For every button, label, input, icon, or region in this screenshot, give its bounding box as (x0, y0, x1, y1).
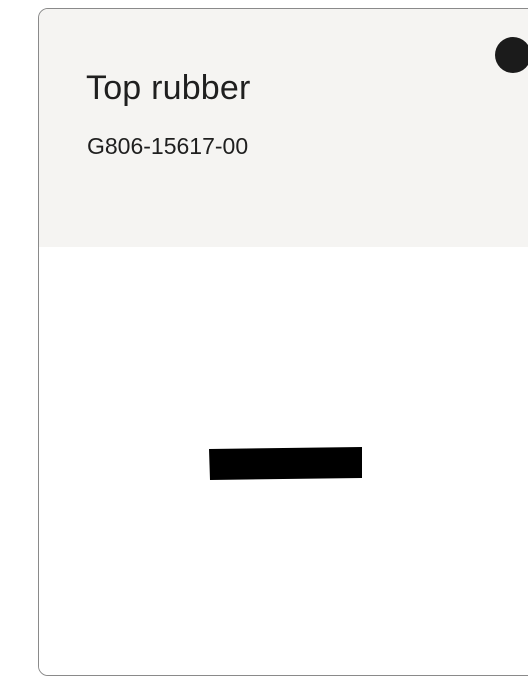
status-dot (495, 37, 528, 73)
part-title: Top rubber (86, 69, 251, 107)
part-number: G806-15617-00 (87, 133, 249, 159)
card-header: Top rubber G806-15617-00 (39, 9, 528, 247)
part-image-area (39, 247, 528, 675)
rubber-strip-icon (209, 447, 362, 480)
part-card[interactable]: Top rubber G806-15617-00 (38, 8, 528, 676)
